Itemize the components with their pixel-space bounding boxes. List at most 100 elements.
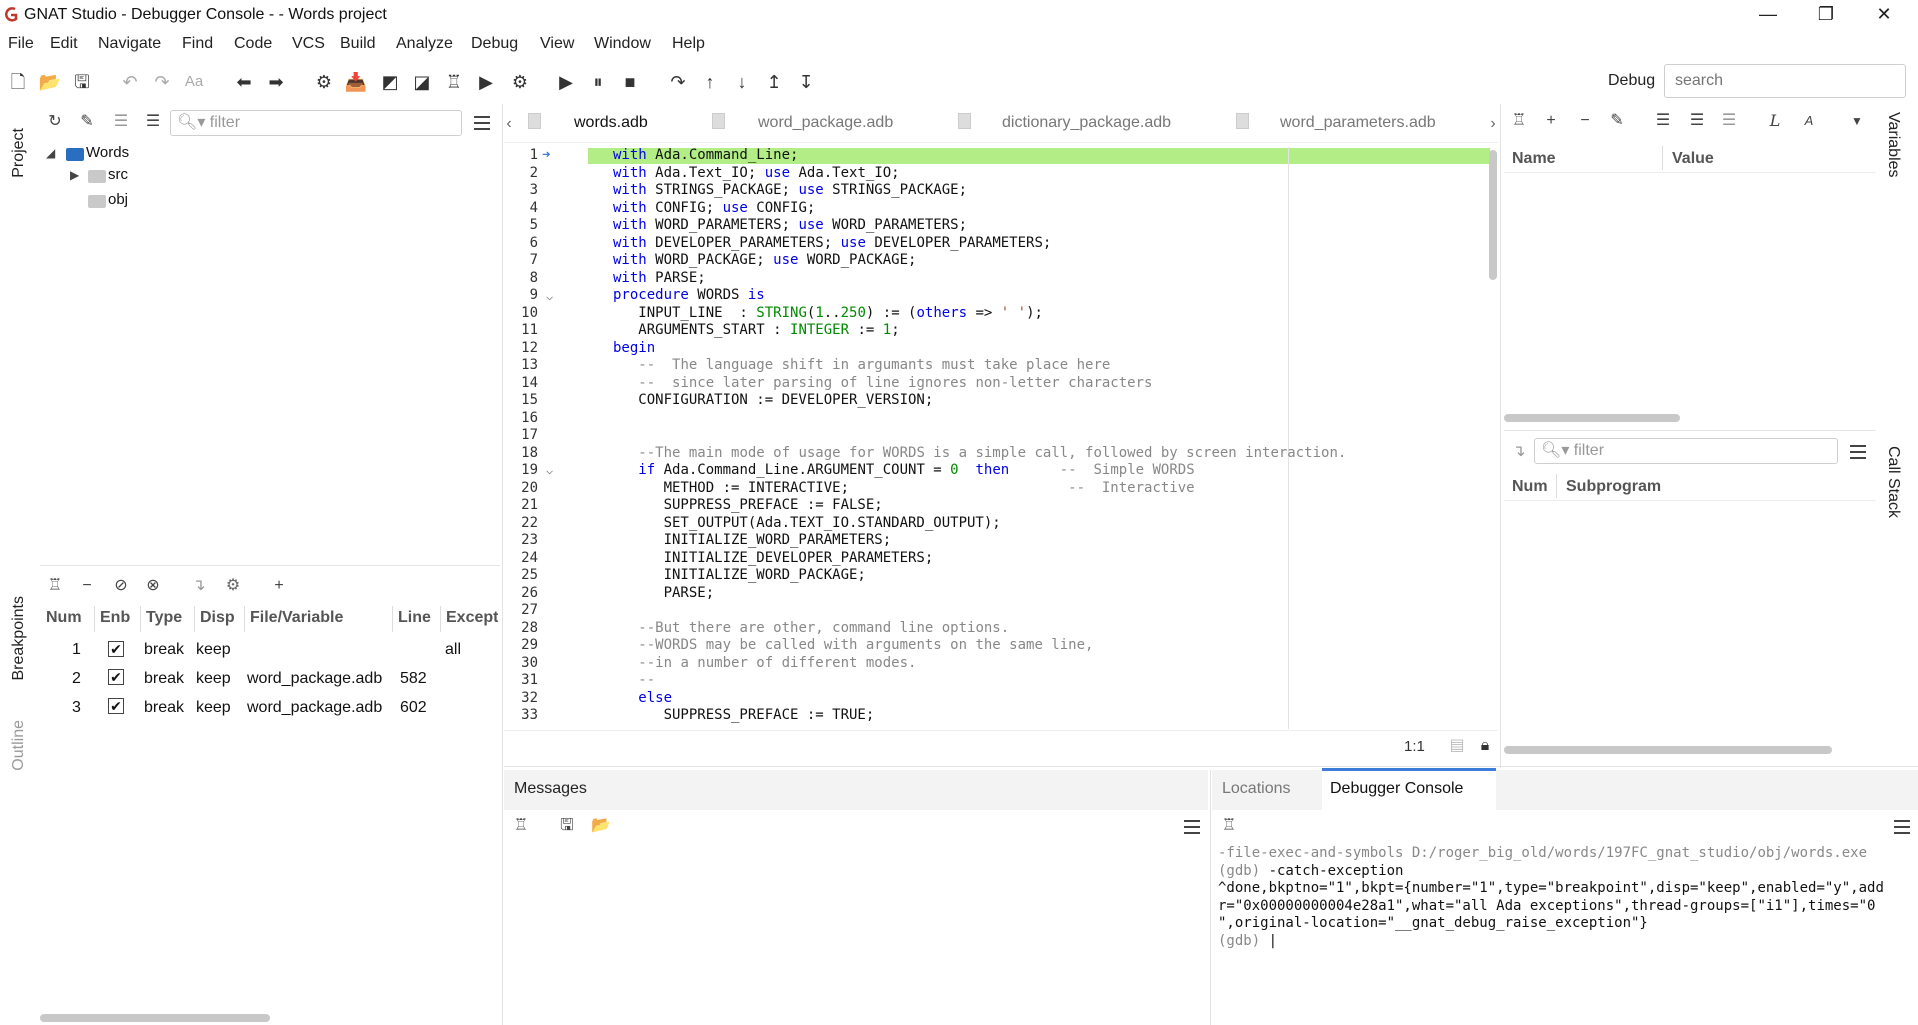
perspective-label[interactable]: Debug [1608,72,1655,90]
tab-call-stack[interactable]: Call Stack [1884,446,1902,518]
debug-flask-icon[interactable]: ♖ [510,816,532,836]
tab-locations[interactable]: Locations [1222,780,1291,798]
enabled-checkbox[interactable]: ✔ [108,698,124,714]
menu-view[interactable]: View [540,35,574,53]
line-number[interactable]: 16 [504,410,538,426]
save-icon[interactable]: 🖫 [556,816,578,836]
debug-attach-icon[interactable]: ⚙ [508,70,532,94]
horizontal-scrollbar[interactable] [1504,414,1680,422]
redo-icon[interactable]: ↷ [150,70,174,94]
line-number[interactable]: 15 [504,392,538,408]
expand-arrow-icon[interactable]: ▶ [70,168,79,182]
tab-words-adb[interactable]: words.adb [574,114,648,132]
save-icon[interactable]: 🖫 [70,70,94,94]
tab-word-package-adb[interactable]: word_package.adb [758,114,893,132]
list-icon[interactable]: ☰ [142,112,164,132]
line-number[interactable]: 12 [504,340,538,356]
line-number[interactable]: 1 [504,147,538,163]
line-number[interactable]: 9 [504,287,538,303]
frame-up-icon[interactable]: ↥ [762,70,786,94]
line-number[interactable]: 22 [504,515,538,531]
disable-icon[interactable]: ⊘ [110,576,132,596]
tree-item-src[interactable]: src [108,166,128,183]
debug-flask-icon[interactable]: ♖ [1218,816,1240,836]
refresh-icon[interactable]: ↻ [44,112,66,132]
splitter[interactable] [1500,104,1501,768]
line-number[interactable]: 24 [504,550,538,566]
tab-outline[interactable]: Outline [10,720,28,771]
line-number[interactable]: 30 [504,655,538,671]
outdent-icon[interactable]: ☰ [1718,111,1740,131]
line-number[interactable]: 6 [504,235,538,251]
line-number[interactable]: 31 [504,672,538,688]
line-number[interactable]: 11 [504,322,538,338]
debug-flask-icon[interactable]: ♖ [44,576,66,596]
remove-icon[interactable]: − [1574,111,1596,131]
tab-breakpoints[interactable]: Breakpoints [10,596,28,681]
run-icon[interactable]: ▶ [474,70,498,94]
menu-hamburger-icon[interactable] [1850,445,1866,459]
step-up-icon[interactable]: ↑ [698,70,722,94]
splitter[interactable] [1210,770,1211,1025]
splitter[interactable] [1504,430,1876,431]
indent-icon[interactable]: ☰ [1652,111,1674,131]
line-number[interactable]: 32 [504,690,538,706]
line-number[interactable]: 5 [504,217,538,233]
menu-find[interactable]: Find [182,35,213,53]
tabs-scroll-left-icon[interactable]: ‹ [498,114,520,134]
column-header-subprogram[interactable]: Subprogram [1566,478,1661,496]
menu-hamburger-icon[interactable] [1894,820,1910,834]
horizontal-scrollbar[interactable] [1504,746,1832,754]
line-number[interactable]: 13 [504,357,538,373]
refresh-icon[interactable]: ↴ [1508,442,1530,462]
menu-vcs[interactable]: VCS [292,35,325,53]
column-header-num[interactable]: Num [46,609,82,627]
column-header-exception[interactable]: Excepti [446,609,498,627]
build-all-icon[interactable]: ◩ [378,70,402,94]
add-icon[interactable]: + [268,576,290,596]
menu-debug[interactable]: Debug [471,35,518,53]
project-filter-input[interactable]: 🔍︎▾ filter [170,110,462,136]
undo-icon[interactable]: ↶ [118,70,142,94]
horizontal-scrollbar[interactable] [40,1014,270,1022]
menu-help[interactable]: Help [672,35,705,53]
line-number[interactable]: 10 [504,305,538,321]
menu-file[interactable]: File [8,35,34,53]
forward-arrow-icon[interactable]: ➡ [264,70,288,94]
edit-pencil-icon[interactable]: ✎ [76,112,98,132]
lock-icon[interactable]: 🔒︎ [1474,736,1496,756]
enabled-checkbox[interactable]: ✔ [108,669,124,685]
line-number[interactable]: 29 [504,637,538,653]
column-header-type[interactable]: Type [146,609,182,627]
column-header-value[interactable]: Value [1672,150,1714,168]
messages-title[interactable]: Messages [514,780,587,798]
line-number[interactable]: 14 [504,375,538,391]
italic-a-icon[interactable]: A [1798,111,1820,131]
add-icon[interactable]: + [1540,111,1562,131]
enabled-checkbox[interactable]: ✔ [108,641,124,657]
menu-window[interactable]: Window [594,35,651,53]
line-number[interactable]: 23 [504,532,538,548]
run-to-icon[interactable]: ↴ [188,576,210,596]
close-button[interactable]: ✕ [1856,0,1912,30]
line-number[interactable]: 25 [504,567,538,583]
splitter[interactable] [504,766,1918,767]
tab-debugger-console[interactable]: Debugger Console [1322,768,1496,810]
column-header-enb[interactable]: Enb [100,609,130,627]
tab-dictionary-package-adb[interactable]: dictionary_package.adb [1002,114,1171,132]
menu-code[interactable]: Code [234,35,272,53]
edit-pencil-icon[interactable]: ✎ [1606,111,1628,131]
debug-flask-icon[interactable]: ♖ [1508,111,1530,131]
column-header-name[interactable]: Name [1512,150,1556,168]
expand-arrow-icon[interactable]: ◢ [46,146,55,160]
tree-root-words[interactable]: Words [86,144,129,161]
call-stack-filter-input[interactable]: 🔍︎▾ filter [1534,438,1838,464]
compile-icon[interactable]: ⚙ [312,70,336,94]
line-number[interactable]: 8 [504,270,538,286]
line-number[interactable]: 33 [504,707,538,723]
column-header-num[interactable]: Num [1512,478,1548,496]
build-icon[interactable]: 📥 [344,70,368,94]
new-file-icon[interactable]: 🗋 [6,70,30,94]
remove-icon[interactable]: − [76,576,98,596]
step-over-icon[interactable]: ↷ [666,70,690,94]
